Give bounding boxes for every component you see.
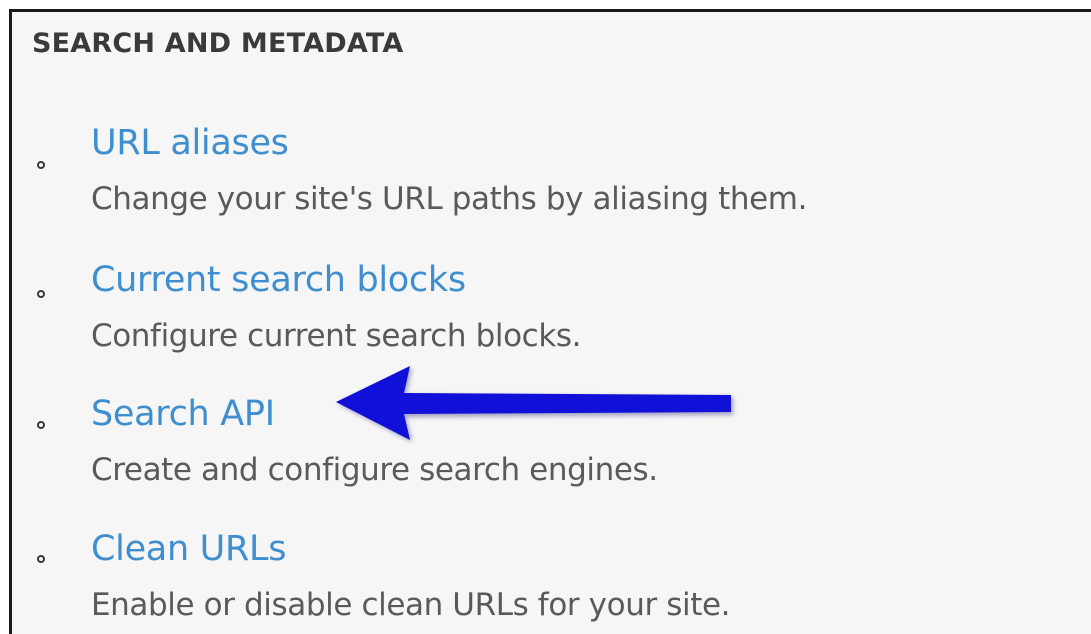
arrow-left-icon bbox=[336, 366, 733, 442]
clean-urls-link[interactable]: Clean URLs bbox=[91, 529, 286, 569]
url-aliases-description: Change your site's URL paths by aliasing… bbox=[91, 181, 808, 217]
search-api-description: Create and configure search engines. bbox=[91, 452, 658, 488]
bullet-icon bbox=[37, 161, 45, 169]
bullet-icon bbox=[37, 290, 45, 298]
section-title: SEARCH AND METADATA bbox=[32, 28, 404, 59]
bullet-icon bbox=[37, 555, 45, 563]
bullet-icon bbox=[37, 421, 45, 429]
current-search-blocks-link[interactable]: Current search blocks bbox=[91, 260, 466, 300]
url-aliases-link[interactable]: URL aliases bbox=[91, 123, 289, 163]
arrow-shape bbox=[336, 366, 731, 440]
current-search-blocks-description: Configure current search blocks. bbox=[91, 318, 582, 354]
search-and-metadata-panel: SEARCH AND METADATA URL aliases Change y… bbox=[9, 9, 1091, 634]
clean-urls-description: Enable or disable clean URLs for your si… bbox=[91, 587, 731, 623]
search-api-link[interactable]: Search API bbox=[91, 394, 275, 434]
